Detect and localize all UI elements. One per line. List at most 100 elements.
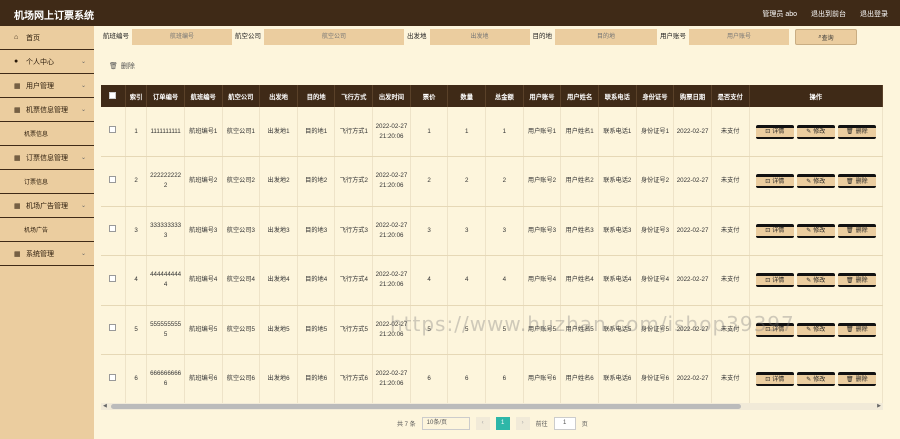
detail-button[interactable]: ⊡ 详情 (755, 322, 794, 337)
row-checkbox[interactable] (101, 107, 126, 157)
trash-icon: 🗑 (845, 129, 854, 135)
table-cell: 用户姓名5 (560, 305, 599, 355)
select-all-checkbox[interactable] (101, 85, 126, 107)
edit-button[interactable]: ✎ 修改 (796, 174, 835, 189)
sidebar-item-label: 订票信息管理 (26, 154, 68, 162)
row-checkbox[interactable] (101, 354, 126, 403)
sidebar-subitem[interactable]: 订票信息 (0, 170, 94, 194)
column-header: 出发时间 (372, 85, 411, 107)
table-cell: 身份证号2 (636, 156, 675, 207)
table-cell: 2 (485, 156, 524, 207)
column-header: 操作 (749, 85, 883, 107)
column-header: 订单编号 (146, 85, 185, 107)
prev-page-button[interactable]: ‹ (475, 416, 490, 430)
table-cell: 用户姓名6 (560, 354, 599, 403)
scroll-thumb[interactable] (111, 404, 741, 409)
search-input[interactable] (555, 29, 657, 45)
delete-row-button[interactable]: 🗑 删除 (837, 124, 876, 139)
edit-button[interactable]: ✎ 修改 (796, 273, 835, 288)
search-input[interactable] (132, 29, 232, 45)
search-input[interactable] (264, 29, 404, 45)
sidebar-item[interactable]: ⌂ 首页 (0, 26, 94, 50)
row-checkbox[interactable] (101, 305, 126, 355)
edit-button[interactable]: ✎ 修改 (796, 223, 835, 238)
row-checkbox[interactable] (101, 255, 126, 306)
scroll-left-icon[interactable]: ◀ (103, 403, 107, 409)
action-label: 详情 (772, 277, 785, 284)
edit-button[interactable]: ✎ 修改 (796, 372, 835, 387)
detail-button[interactable]: ⊡ 详情 (755, 273, 794, 288)
search-input[interactable] (429, 29, 530, 45)
sidebar-item[interactable]: ▦ 系统管理 ⌄ (0, 242, 94, 266)
sidebar-item[interactable]: ▦ 用户管理 ⌄ (0, 74, 94, 98)
table-cell: 航空公司1 (222, 107, 261, 157)
page-size-select[interactable]: 10条/页 (421, 416, 470, 430)
column-header: 身份证号 (636, 85, 675, 107)
front-page-link[interactable]: 退出到前台 (811, 9, 846, 19)
scroll-right-icon[interactable]: ▶ (877, 403, 881, 409)
table-cell: 6666666666 (146, 354, 185, 403)
table-cell: 航班编号2 (184, 156, 223, 207)
table-cell: 联系电话2 (598, 156, 637, 207)
delete-label: 删除 (120, 63, 135, 70)
actions-cell: ⊡ 详情 ✎ 修改 🗑 删除 (749, 156, 883, 207)
sidebar-subitem[interactable]: 机场广告 (0, 218, 94, 242)
total-count: 共 7 条 (397, 421, 416, 428)
trash-icon: 🗑 (845, 376, 854, 383)
table-cell: 4 (485, 255, 524, 306)
sidebar-subitem[interactable]: 机票信息 (0, 122, 94, 146)
action-label: 删除 (855, 327, 868, 334)
current-user: 管理员 abo (762, 11, 797, 18)
top-bar: 机场网上订票系统 管理员 abo 退出到前台 退出登录 (0, 0, 900, 26)
search-button[interactable]: ⌕ 查询 (795, 29, 857, 45)
delete-row-button[interactable]: 🗑 删除 (837, 223, 876, 238)
action-label: 详情 (772, 178, 785, 185)
column-header: 航空公司 (222, 85, 261, 107)
table-cell: 1 (410, 107, 449, 157)
table-cell: 4444444444 (146, 255, 185, 306)
detail-icon: ⊡ (765, 376, 771, 383)
delete-row-button[interactable]: 🗑 删除 (837, 322, 876, 337)
detail-icon: ⊡ (765, 178, 771, 185)
search-input[interactable] (689, 29, 789, 45)
detail-button[interactable]: ⊡ 详情 (755, 174, 794, 189)
table-cell: 联系电话5 (598, 305, 637, 355)
delete-row-button[interactable]: 🗑 删除 (837, 174, 876, 189)
table-cell: 飞行方式2 (334, 156, 374, 207)
actions-cell: ⊡ 详情 ✎ 修改 🗑 删除 (749, 255, 883, 306)
table-row: 4 4444444444 航班编号4 航空公司4 出发地4 目的地4 飞行方式4 2022-0… (101, 255, 883, 306)
edit-button[interactable]: ✎ 修改 (796, 322, 835, 337)
sidebar-item[interactable]: ▦ 订票信息管理 ⌄ (0, 146, 94, 170)
edit-button[interactable]: ✎ 修改 (796, 124, 835, 139)
sidebar-item[interactable]: ▦ 机场广告管理 ⌄ (0, 194, 94, 218)
row-checkbox[interactable] (101, 156, 126, 207)
table-cell: 3 (410, 206, 449, 256)
delete-row-button[interactable]: 🗑 删除 (837, 273, 876, 288)
table-cell: 未支付 (711, 354, 750, 403)
detail-button[interactable]: ⊡ 详情 (755, 372, 794, 387)
row-checkbox[interactable] (101, 206, 126, 256)
trash-icon: 🗑 (845, 228, 854, 235)
sidebar-item[interactable]: ● 个人中心 ⌄ (0, 50, 94, 74)
detail-button[interactable]: ⊡ 详情 (755, 223, 794, 238)
search-label: 出发地 (407, 33, 427, 40)
sidebar-item[interactable]: ▦ 机票信息管理 ⌄ (0, 98, 94, 122)
action-label: 详情 (772, 327, 785, 334)
order-table: 索引 订单编号 航班编号 航空公司 出发地 目的地 飞行方式 出发时间 票价 数量 总金额 用户账号用… (101, 85, 883, 403)
logout-link[interactable]: 退出登录 (860, 9, 888, 19)
goto-page-input[interactable]: 1 (553, 416, 576, 430)
action-label: 删除 (855, 228, 868, 235)
column-header: 用户姓名 (560, 85, 599, 107)
table-cell: 目的地6 (297, 354, 336, 403)
sidebar-subitem-label: 机场广告 (24, 228, 49, 234)
search-label: 目的地 (532, 33, 553, 40)
horizontal-scrollbar[interactable]: ◀ ▶ (101, 403, 883, 410)
chevron-down-icon: ⌄ (80, 203, 86, 209)
delete-button[interactable]: 🗑 删除 (109, 61, 135, 71)
table-cell: 2022-02-27 (673, 206, 712, 256)
table-cell: 出发地2 (259, 156, 298, 207)
delete-row-button[interactable]: 🗑 删除 (837, 372, 876, 387)
next-page-button[interactable]: › (515, 416, 530, 430)
page-number-1[interactable]: 1 (495, 416, 510, 430)
detail-button[interactable]: ⊡ 详情 (755, 124, 794, 139)
